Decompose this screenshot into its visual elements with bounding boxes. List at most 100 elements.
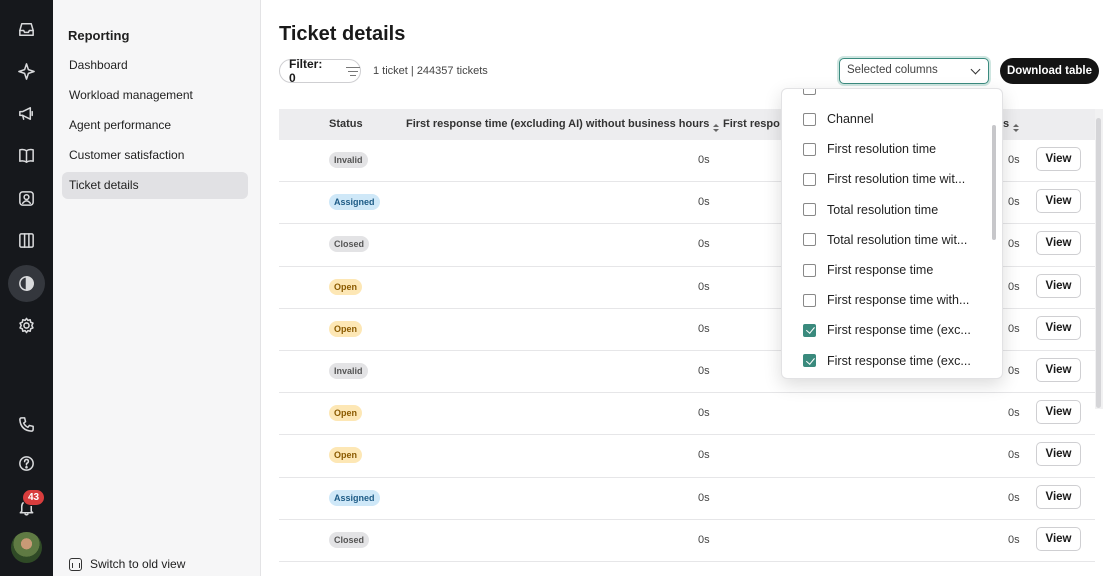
table-row[interactable]: Assigned 0s 0s View <box>279 478 1095 520</box>
column-option[interactable]: Channel <box>803 109 874 129</box>
column-header-status[interactable]: Status <box>329 118 363 130</box>
tail-value: 0s <box>1008 449 1020 462</box>
frt-excl-ai-value: 0s <box>698 154 710 166</box>
contact-icon[interactable] <box>8 180 45 217</box>
frt-excl-ai-value: 0s <box>698 280 710 293</box>
book-icon[interactable] <box>8 137 45 174</box>
checkbox[interactable] <box>803 233 816 247</box>
column-header-tail-label: s <box>1003 118 1010 130</box>
tail-value: 0s <box>1008 238 1020 251</box>
tail-value: 0s <box>1008 154 1020 166</box>
checkbox-checked[interactable] <box>803 323 816 337</box>
reporting-sidebar: Reporting Dashboard Workload management … <box>53 0 261 576</box>
table-scrollbar-thumb[interactable] <box>1096 118 1101 408</box>
table-row[interactable]: Open 0s 0s View <box>279 435 1095 478</box>
checkbox[interactable] <box>803 142 816 156</box>
filter-icon <box>346 66 361 77</box>
tail-value: 0s <box>1008 280 1020 293</box>
avatar[interactable] <box>11 532 42 563</box>
status-badge: Assigned <box>329 489 380 506</box>
notification-badge: 43 <box>22 489 46 506</box>
column-option[interactable]: First response time (exc... <box>803 351 971 371</box>
tail-value: 0s <box>1008 364 1020 377</box>
checkbox[interactable] <box>803 263 816 277</box>
column-option[interactable]: First resolution time wit... <box>803 169 965 189</box>
column-header-frt[interactable]: First respo <box>723 118 780 130</box>
view-button[interactable]: View <box>1036 147 1081 171</box>
switch-old-view-label: Switch to old view <box>90 557 186 571</box>
megaphone-icon[interactable] <box>8 95 45 132</box>
switch-old-view-link[interactable]: Switch to old view <box>69 557 185 571</box>
checkbox-checked[interactable] <box>803 354 816 368</box>
status-badge: Open <box>329 405 363 422</box>
selected-columns-select[interactable]: Selected columns <box>839 58 989 84</box>
column-option-label: First response time <box>827 263 934 277</box>
column-option[interactable]: First response time (exc... <box>803 320 971 340</box>
column-option[interactable]: First response time <box>803 260 933 280</box>
view-button[interactable]: View <box>1036 400 1081 425</box>
columns-icon[interactable] <box>8 222 45 259</box>
checkbox-partial[interactable] <box>803 89 816 95</box>
column-header-tail[interactable]: s <box>1003 118 1020 132</box>
frt-excl-ai-value: 0s <box>698 238 710 251</box>
view-button[interactable]: View <box>1036 484 1081 509</box>
tail-value: 0s <box>1008 322 1020 335</box>
phone-icon[interactable] <box>8 406 45 443</box>
column-option-label: Total resolution time wit... <box>827 232 968 247</box>
column-option-label: First resolution time <box>827 142 937 157</box>
view-button[interactable]: View <box>1036 231 1081 256</box>
column-option-label: Total resolution time <box>827 202 939 217</box>
status-badge: Closed <box>329 531 370 548</box>
selected-columns-label: Selected columns <box>847 64 938 76</box>
tail-value: 0s <box>1008 407 1020 420</box>
checkbox[interactable] <box>803 172 816 186</box>
help-icon[interactable] <box>8 445 45 482</box>
table-row[interactable]: Open 0s 0s View <box>279 393 1095 436</box>
checkbox[interactable] <box>803 203 816 217</box>
chart-icon <box>69 557 82 571</box>
column-option-label: First response time (exc... <box>827 353 971 368</box>
tail-value: 0s <box>1008 491 1020 504</box>
column-option[interactable]: First resolution time <box>803 139 936 159</box>
filter-label: Filter: 0 <box>289 57 323 85</box>
column-option-label: First response time with... <box>827 293 970 308</box>
column-option[interactable]: First response time with... <box>803 290 969 310</box>
checkbox[interactable] <box>803 293 816 307</box>
column-option[interactable]: Total resolution time <box>803 200 938 220</box>
download-table-button[interactable]: Download table <box>1000 58 1099 84</box>
sidebar-item-ticket-details[interactable]: Ticket details <box>62 172 248 199</box>
columns-dropdown: Channel First resolution time First resolu… <box>781 88 1003 379</box>
reports-icon[interactable] <box>8 265 45 302</box>
checkbox[interactable] <box>803 112 816 126</box>
view-button[interactable]: View <box>1036 273 1081 298</box>
view-button[interactable]: View <box>1036 526 1081 551</box>
gear-icon[interactable] <box>8 307 45 344</box>
sidebar-item-workload-management[interactable]: Workload management <box>62 82 248 109</box>
sidebar-item-dashboard[interactable]: Dashboard <box>62 52 248 79</box>
sidebar-item-agent-performance[interactable]: Agent performance <box>62 112 248 139</box>
column-option-label: First response time (exc... <box>827 323 971 338</box>
frt-excl-ai-value: 0s <box>698 407 710 420</box>
view-button[interactable]: View <box>1036 315 1081 340</box>
inbox-icon[interactable] <box>8 11 45 48</box>
filter-button[interactable]: Filter: 0 <box>279 57 361 85</box>
sidebar-item-customer-satisfaction[interactable]: Customer satisfaction <box>62 142 248 169</box>
dropdown-scrollbar[interactable] <box>992 125 996 240</box>
view-button[interactable]: View <box>1036 357 1081 382</box>
sidebar-title: Reporting <box>68 28 130 43</box>
icon-rail: 43 <box>0 0 53 576</box>
table-row[interactable]: Closed 0s 0s View <box>279 520 1095 562</box>
status-badge: Open <box>329 278 363 295</box>
column-option[interactable]: Total resolution time wit... <box>803 230 967 250</box>
status-badge: Assigned <box>329 194 380 211</box>
frt-excl-ai-value: 0s <box>698 449 710 462</box>
view-button[interactable]: View <box>1036 189 1081 214</box>
frt-excl-ai-value: 0s <box>698 196 710 209</box>
tail-value: 0s <box>1008 533 1020 546</box>
column-option-label: Channel <box>827 112 874 126</box>
frt-excl-ai-value: 0s <box>698 364 710 377</box>
frt-excl-ai-value: 0s <box>698 491 710 504</box>
view-button[interactable]: View <box>1036 442 1081 467</box>
sparkle-icon[interactable] <box>8 53 45 90</box>
column-header-frt-excl-ai[interactable]: First response time (excluding AI) witho… <box>406 118 720 132</box>
